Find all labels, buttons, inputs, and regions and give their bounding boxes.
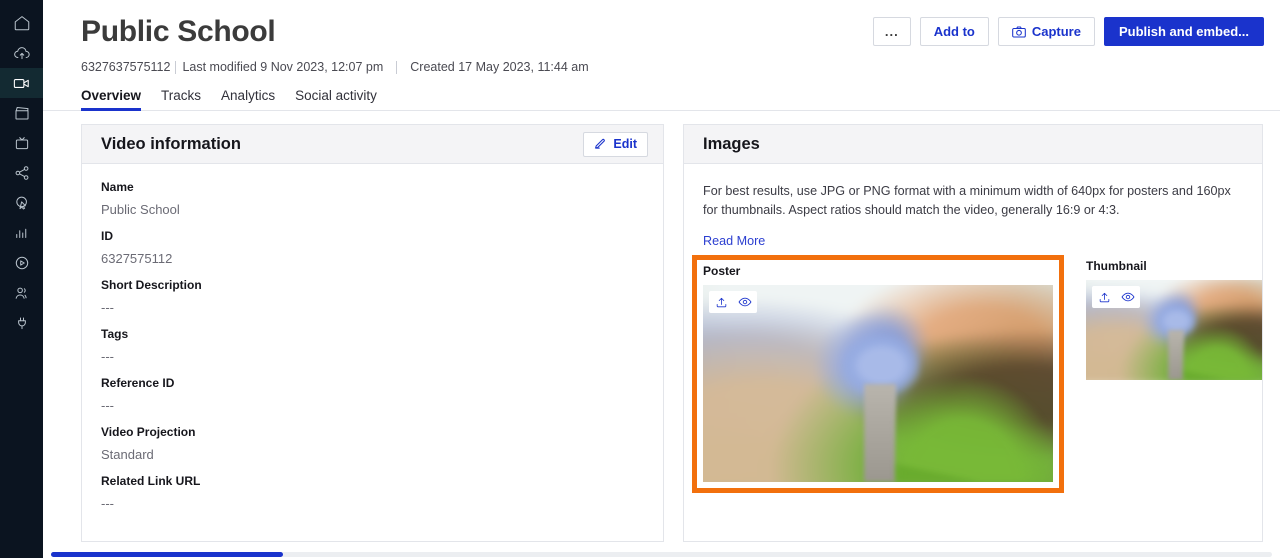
thumbnail-image-actions: [1092, 286, 1140, 308]
field-value: ---: [101, 300, 114, 315]
thumbnail-card-label: Thumbnail: [1086, 259, 1147, 273]
left-nav-sidebar: [0, 0, 43, 558]
cloud-upload-icon: [13, 44, 31, 62]
share-nodes-icon: [13, 164, 31, 182]
read-more-link[interactable]: Read More: [684, 220, 765, 248]
field-value: Standard: [101, 447, 154, 462]
sidebar-item-social[interactable]: [0, 158, 43, 188]
field-label: Short Description: [101, 278, 202, 292]
horizontal-scrollbar[interactable]: [43, 551, 1280, 558]
field-value: ---: [101, 349, 114, 364]
images-body: For best results, use JPG or PNG format …: [684, 164, 1262, 493]
upload-icon[interactable]: [709, 291, 733, 313]
sidebar-item-video[interactable]: [0, 68, 43, 98]
scrollbar-thumb[interactable]: [51, 552, 283, 557]
created-text: Created 17 May 2023, 11:44 am: [410, 60, 589, 74]
add-to-button[interactable]: Add to: [919, 17, 989, 46]
field-related-link-url: Related Link URL ---: [101, 474, 644, 511]
field-value: ---: [101, 398, 114, 413]
edit-button-label: Edit: [613, 137, 637, 151]
images-panel: Images For best results, use JPG or PNG …: [683, 124, 1263, 542]
capture-button[interactable]: Capture: [997, 17, 1095, 46]
thumbnail-image[interactable]: [1086, 280, 1262, 380]
video-id-text: 6327637575112: [81, 60, 171, 74]
users-icon: [13, 284, 31, 302]
last-modified-text: Last modified 9 Nov 2023, 12:07 pm: [182, 60, 384, 74]
video-information-panel: Video information Edit Name Public Schoo…: [81, 124, 664, 542]
sidebar-item-home[interactable]: [0, 8, 43, 38]
field-label: Reference ID: [101, 376, 175, 390]
sidebar-item-upload[interactable]: [0, 38, 43, 68]
video-information-header: Video information Edit: [82, 125, 663, 164]
home-icon: [13, 14, 31, 32]
field-label: Video Projection: [101, 425, 196, 439]
edit-button[interactable]: Edit: [583, 131, 648, 157]
field-label: ID: [101, 229, 113, 243]
sidebar-item-library[interactable]: [0, 98, 43, 128]
field-label: Related Link URL: [101, 474, 201, 488]
field-value: Public School: [101, 202, 180, 217]
cursor-target-icon: [13, 194, 31, 212]
camera-icon: [1012, 25, 1026, 38]
field-value: ---: [101, 496, 114, 511]
pencil-icon: [594, 136, 607, 152]
poster-card-label: Poster: [703, 264, 741, 278]
sidebar-item-audience[interactable]: [0, 278, 43, 308]
tab-social-activity[interactable]: Social activity: [295, 88, 377, 110]
poster-image-actions: [709, 291, 757, 313]
field-reference-id: Reference ID ---: [101, 376, 644, 413]
video-information-title: Video information: [101, 134, 241, 153]
bar-chart-icon: [13, 224, 31, 242]
tab-analytics[interactable]: Analytics: [221, 88, 275, 110]
tab-tracks[interactable]: Tracks: [161, 88, 201, 110]
meta-divider-1: [175, 60, 177, 74]
field-label: Tags: [101, 327, 129, 341]
play-circle-icon: [13, 254, 31, 272]
field-tags: Tags ---: [101, 327, 644, 364]
page-header: Public School 6327637575112 Last modifie…: [43, 0, 1280, 74]
upload-icon[interactable]: [1092, 286, 1116, 308]
plug-icon: [13, 314, 31, 332]
page-metadata: 6327637575112 Last modified 9 Nov 2023, …: [81, 60, 1264, 74]
image-cards: Poster Thumbnail: [684, 250, 1262, 493]
field-name: Name Public School: [101, 180, 644, 217]
images-header: Images: [684, 125, 1262, 164]
publish-and-embed-button[interactable]: Publish and embed...: [1103, 17, 1264, 46]
app-root: Public School 6327637575112 Last modifie…: [0, 0, 1280, 558]
tv-icon: [13, 134, 31, 152]
content-area: Video information Edit Name Public Schoo…: [43, 111, 1280, 542]
sidebar-item-analytics[interactable]: [0, 218, 43, 248]
field-short-description: Short Description ---: [101, 278, 644, 315]
more-options-button[interactable]: ...: [872, 17, 911, 46]
tab-overview[interactable]: Overview: [81, 88, 142, 111]
thumbnail-card[interactable]: Thumbnail: [1080, 255, 1262, 386]
poster-photo: [703, 285, 1053, 482]
video-camera-icon: [12, 74, 31, 93]
images-title: Images: [703, 134, 760, 153]
clapperboard-icon: [13, 104, 31, 122]
poster-image[interactable]: [703, 285, 1053, 482]
sidebar-item-players[interactable]: [0, 248, 43, 278]
field-label: Name: [101, 180, 134, 194]
main-content: Public School 6327637575112 Last modifie…: [43, 0, 1280, 558]
meta-divider-2: [396, 60, 398, 74]
video-information-body: Name Public School ID 6327575112 Short D…: [82, 164, 663, 541]
sidebar-item-interactivity[interactable]: [0, 188, 43, 218]
header-actions: ... Add to Capture Publish and embed...: [872, 17, 1264, 46]
images-description: For best results, use JPG or PNG format …: [703, 184, 1231, 217]
poster-card[interactable]: Poster: [692, 255, 1064, 493]
eye-icon[interactable]: [733, 291, 757, 313]
capture-button-label: Capture: [1031, 24, 1081, 39]
sidebar-item-live[interactable]: [0, 128, 43, 158]
sidebar-item-integrations[interactable]: [0, 308, 43, 338]
tab-bar: Overview Tracks Analytics Social activit…: [43, 88, 1280, 111]
field-value: 6327575112: [101, 251, 173, 266]
field-id: ID 6327575112: [101, 229, 644, 266]
eye-icon[interactable]: [1116, 286, 1140, 308]
field-video-projection: Video Projection Standard: [101, 425, 644, 462]
